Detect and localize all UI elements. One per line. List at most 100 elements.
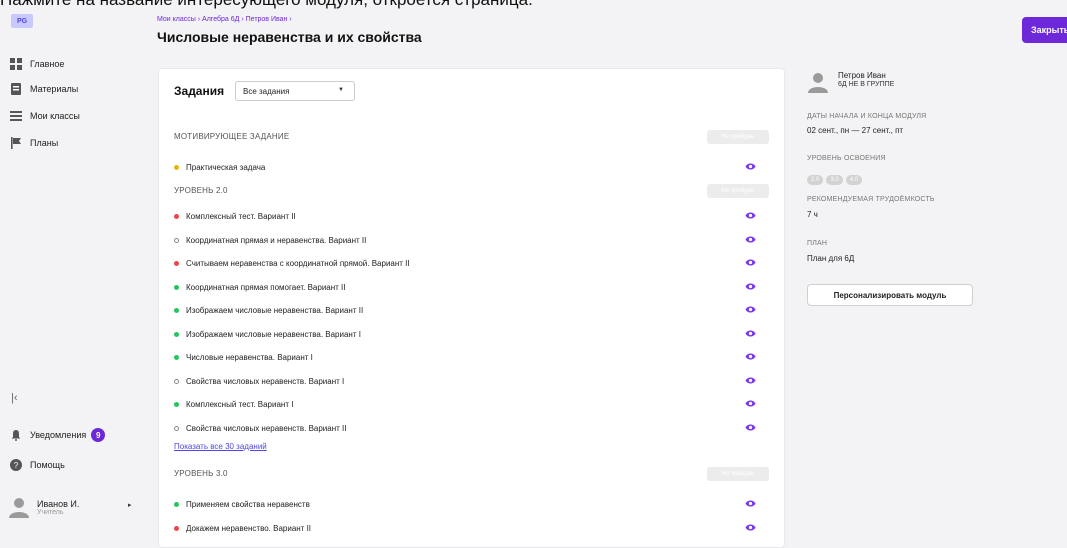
tasks-filter-value: Все задания (243, 86, 290, 96)
close-button[interactable]: Закрыть (1022, 17, 1067, 43)
eye-icon[interactable] (745, 235, 756, 244)
level-pill: 3.0 (826, 175, 843, 185)
eye-icon[interactable] (745, 499, 756, 508)
task-title[interactable]: Координатная прямая и неравенства. Вариа… (186, 236, 366, 245)
breadcrumb-item[interactable]: Мои классы (157, 16, 196, 23)
sidebar-item-label: Планы (30, 138, 59, 148)
eye-icon[interactable] (745, 258, 756, 267)
breadcrumb-item[interactable]: Алгебра 6Д (202, 16, 239, 23)
task-title[interactable]: Считываем неравенства с координатной пря… (186, 259, 410, 268)
breadcrumb: Мои классы › Алгебра 6Д › Петров Иван › (157, 16, 292, 23)
task-title[interactable]: Свойства числовых неравенств. Вариант I (186, 377, 344, 386)
section-status-badge: Не пройден (707, 130, 769, 144)
level-pill: 2.0 (807, 175, 824, 185)
task-status-dot (174, 164, 179, 170)
eye-icon[interactable] (745, 376, 756, 385)
sidebar-item-help[interactable]: ? Помощь (10, 457, 65, 473)
eye-icon[interactable] (745, 305, 756, 314)
task-title[interactable]: Числовые неравенства. Вариант I (186, 353, 313, 362)
plan-value: План для 6Д (807, 254, 855, 263)
task-row[interactable]: Координатная прямая помогает. Вариант II (174, 280, 771, 294)
avatar (807, 71, 829, 93)
dates-label: ДАТЫ НАЧАЛА И КОНЦА МОДУЛЯ (807, 113, 927, 120)
sidebar-item-plans[interactable]: Планы (10, 135, 58, 151)
task-title[interactable]: Координатная прямая помогает. Вариант II (186, 283, 346, 292)
eye-icon[interactable] (745, 282, 756, 291)
task-row[interactable]: Координатная прямая и неравенства. Вариа… (174, 233, 771, 247)
svg-text:?: ? (14, 461, 19, 470)
sidebar-item-classes[interactable]: Мои классы (10, 108, 80, 124)
task-row[interactable]: Числовые неравенства. Вариант I (174, 350, 771, 364)
task-row[interactable]: Считываем неравенства с координатной пря… (174, 256, 771, 270)
user-menu[interactable]: Иванов И. Учитель ▸ (8, 496, 132, 518)
student-group: 6Д НЕ В ГРУППЕ (838, 81, 895, 88)
section-heading: УРОВЕНЬ 3.0 (174, 469, 228, 478)
notifications-count-badge: 9 (91, 428, 106, 442)
level-pill: 4.0 (845, 175, 863, 185)
page-title: Числовые неравенства и их свойства (157, 29, 422, 45)
tasks-filter-select[interactable]: Все задания ▼ (235, 81, 355, 101)
breadcrumb-item[interactable]: Петров Иван (246, 16, 288, 23)
task-title[interactable]: Изображаем числовые неравенства. Вариант… (186, 330, 361, 339)
sidebar-item-label: Мои классы (30, 111, 80, 121)
task-row[interactable]: Комплексный тест. Вариант II (174, 209, 771, 223)
task-status-dot (174, 237, 179, 243)
effort-label: РЕКОМЕНДУЕМАЯ ТРУДОЁМКОСТЬ (807, 196, 935, 203)
avatar (8, 496, 30, 518)
eye-icon[interactable] (745, 523, 756, 532)
collapse-sidebar-icon[interactable]: |‹ (11, 392, 18, 404)
task-row[interactable]: Комплексный тест. Вариант I (174, 397, 771, 411)
task-row[interactable]: Докажем неравенство. Вариант II (174, 521, 771, 535)
tasks-heading: Задания (174, 84, 225, 98)
student-name: Петров Иван (838, 71, 886, 80)
sidebar-item-materials[interactable]: Материалы (10, 81, 78, 97)
task-status-dot (174, 378, 179, 384)
eye-icon[interactable] (745, 211, 756, 220)
task-status-dot (174, 425, 179, 431)
task-row[interactable]: Практическая задача (174, 160, 771, 174)
user-name: Иванов И. (37, 498, 80, 509)
task-row[interactable]: Изображаем числовые неравенства. Вариант… (174, 303, 771, 317)
plan-label: ПЛАН (807, 240, 828, 247)
eye-icon[interactable] (745, 399, 756, 408)
eye-icon[interactable] (745, 423, 756, 432)
section-status-badge: Не пройден (707, 467, 769, 481)
task-row[interactable]: Свойства числовых неравенств. Вариант II (174, 421, 771, 435)
sidebar-item-notifications[interactable]: Уведомления 9 (10, 427, 106, 443)
notifications-label: Уведомления (30, 430, 87, 440)
task-row[interactable]: Применяем свойства неравенств (174, 497, 771, 511)
logo[interactable]: PG (11, 14, 33, 28)
task-title[interactable]: Комплексный тест. Вариант II (186, 212, 296, 221)
section-status-badge: Не пройден (707, 184, 769, 198)
effort-value: 7 ч (807, 210, 818, 219)
task-title[interactable]: Применяем свойства неравенств (186, 500, 310, 509)
sidebar-item-label: Главное (30, 59, 65, 69)
task-title[interactable]: Докажем неравенство. Вариант II (186, 524, 311, 533)
student-info: Петров Иван 6Д НЕ В ГРУППЕ (807, 71, 894, 93)
flag-icon (10, 137, 22, 149)
task-row[interactable]: Свойства числовых неравенств. Вариант I (174, 374, 771, 388)
task-status-dot (174, 354, 179, 360)
sidebar-item-label: Материалы (30, 84, 79, 94)
eye-icon[interactable] (745, 352, 756, 361)
help-icon: ? (10, 459, 22, 471)
book-icon (10, 83, 22, 95)
task-status-dot (174, 260, 179, 266)
sidebar: PG Главное Материалы Мои классы Планы |‹… (0, 0, 142, 529)
section-heading: МОТИВИРУЮЩЕЕ ЗАДАНИЕ (174, 132, 290, 141)
task-status-dot (174, 284, 179, 290)
sidebar-item-main[interactable]: Главное (10, 56, 64, 72)
task-title[interactable]: Изображаем числовые неравенства. Вариант… (186, 306, 363, 315)
dates-value: 02 сент., пн — 27 сент., пт (807, 126, 904, 135)
tasks-card: Задания Все задания ▼ Показать все 30 за… (158, 68, 785, 548)
task-title[interactable]: Комплексный тест. Вариант I (186, 400, 293, 409)
task-title[interactable]: Свойства числовых неравенств. Вариант II (186, 424, 346, 433)
personalize-module-button[interactable]: Персонализировать модуль (807, 284, 973, 306)
show-all-tasks-link[interactable]: Показать все 30 заданий (174, 442, 267, 451)
section-heading: УРОВЕНЬ 2.0 (174, 186, 228, 195)
eye-icon[interactable] (745, 329, 756, 338)
task-title[interactable]: Практическая задача (186, 163, 265, 172)
eye-icon[interactable] (745, 162, 756, 171)
task-row[interactable]: Изображаем числовые неравенства. Вариант… (174, 327, 771, 341)
sidebar-item-label: Помощь (30, 460, 65, 470)
